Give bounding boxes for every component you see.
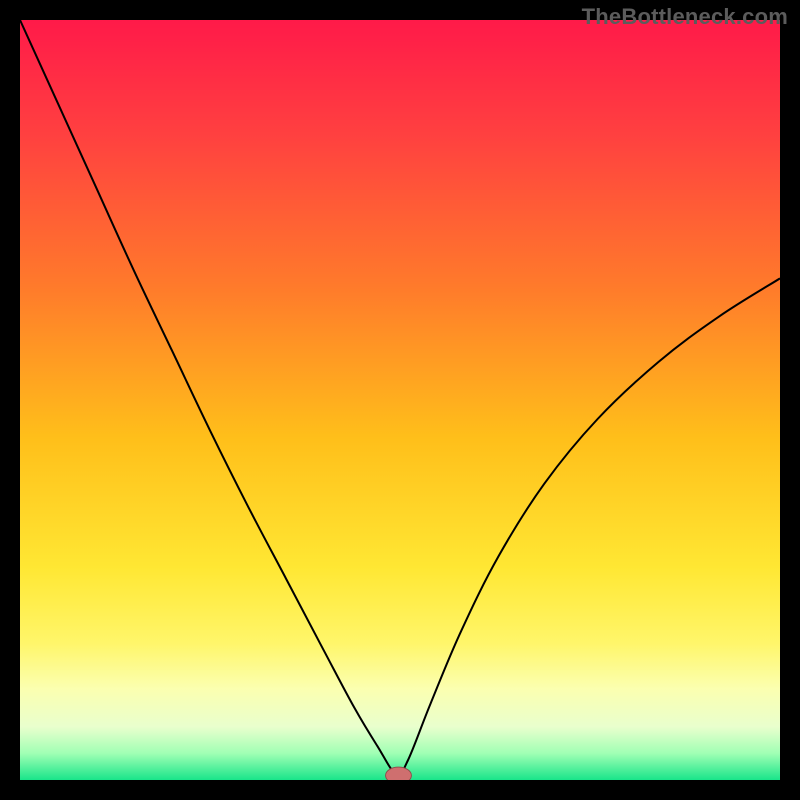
chart-frame: TheBottleneck.com — [0, 0, 800, 800]
bottleneck-chart — [20, 20, 780, 780]
watermark-text: TheBottleneck.com — [582, 4, 788, 30]
plot-area — [20, 20, 780, 780]
optimum-marker — [386, 767, 412, 780]
gradient-background — [20, 20, 780, 780]
